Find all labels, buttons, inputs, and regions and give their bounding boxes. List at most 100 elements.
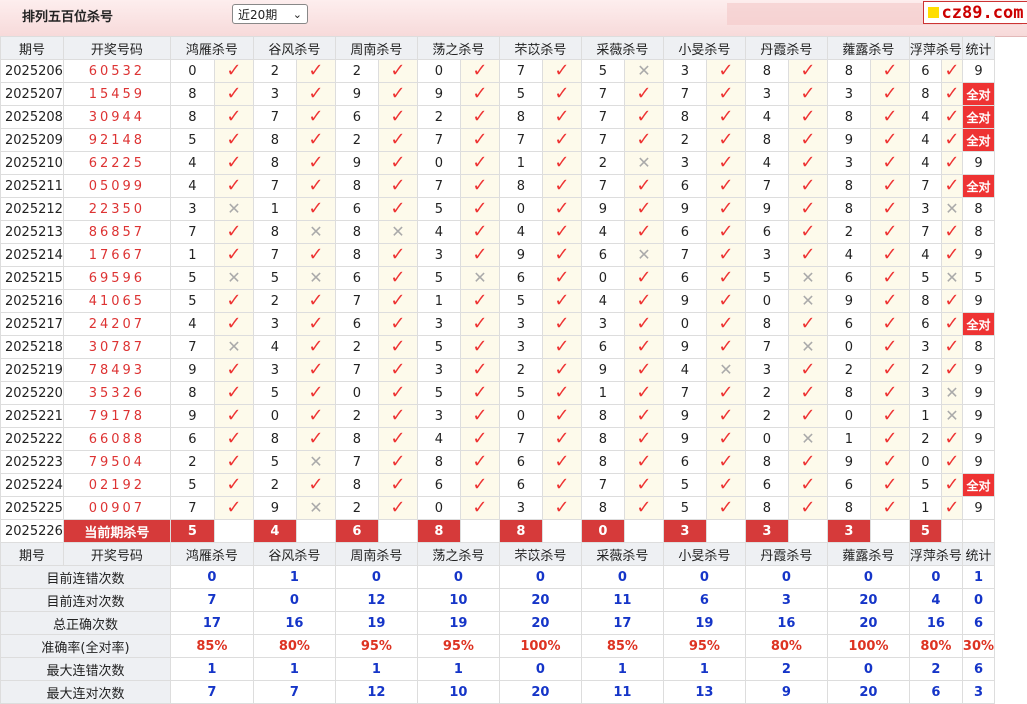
check-cell: ✓: [705, 128, 746, 152]
stat-value: 1: [580, 657, 664, 681]
kill-number-cell: 4: [744, 105, 789, 129]
issue-cell: 2025211: [0, 174, 64, 198]
kill-number-cell: 0: [744, 427, 789, 451]
check-cell: ✓: [541, 266, 582, 290]
check-mark-icon: ✓: [226, 359, 242, 380]
kill-number-cell: 3: [416, 358, 461, 382]
stat-value: 95%: [662, 634, 746, 658]
col-stat-header: 统计: [961, 542, 996, 566]
stat-cell: 全对: [961, 174, 996, 198]
kill-number-cell: 0: [662, 312, 707, 336]
site-logo[interactable]: cz89.com: [923, 1, 1027, 24]
check-mark-icon: ✓: [718, 129, 734, 150]
check-cell: ✓: [295, 358, 336, 382]
check-mark-icon: ✓: [226, 474, 242, 495]
check-cell: ✓: [541, 450, 582, 474]
check-cell: ✓: [377, 450, 418, 474]
kill-number-cell: 7: [580, 174, 625, 198]
check-cell: ✓: [295, 473, 336, 497]
check-cell: ✓: [213, 220, 254, 244]
check-cell: ✓: [869, 289, 910, 313]
stat-cell: 全对: [961, 82, 996, 106]
check-cell: ✓: [541, 220, 582, 244]
period-select[interactable]: 近20期 ⌄: [232, 4, 308, 24]
kill-number-cell: 2: [580, 151, 625, 175]
stat-cell: 8: [961, 335, 996, 359]
check-cell: ✓: [869, 266, 910, 290]
check-mark-icon: ✓: [554, 336, 570, 357]
stat-cell: 9: [961, 59, 996, 83]
issue-cell: 2025223: [0, 450, 64, 474]
kill-number-cell: 6: [662, 266, 707, 290]
check-cell: ✓: [623, 496, 664, 520]
stat-value: 7: [169, 588, 254, 612]
check-mark-icon: ✓: [308, 106, 324, 127]
check-cell: ✓: [940, 82, 963, 106]
check-cell: ✓: [869, 335, 910, 359]
check-mark-icon: ✓: [636, 83, 652, 104]
issue-cell: 2025224: [0, 473, 64, 497]
check-mark-icon: ✓: [308, 290, 324, 311]
check-cell: ✓: [459, 450, 500, 474]
kill-number-cell: 8: [334, 473, 379, 497]
check-mark-icon: ✓: [308, 244, 324, 265]
stat-value: 1: [334, 657, 418, 681]
check-cell: ✓: [295, 312, 336, 336]
check-cell: ✓: [705, 220, 746, 244]
col-expert-header: 蕹露杀号: [826, 36, 910, 60]
table-row: 2025223 79504 2 ✓ 5 ✕ 7 ✓ 8 ✓ 6 ✓ 8 ✓ 6 ✓ 8 ✓ 9 ✓ 0 ✓ 9: [0, 450, 996, 474]
stat-cell: 全对: [961, 128, 996, 152]
stat-label: 总正确次数: [0, 611, 171, 635]
check-mark-icon: ✓: [390, 83, 406, 104]
check-cell: ✓: [940, 151, 963, 175]
kill-number-cell: 7: [252, 174, 297, 198]
kill-number-cell: 1: [416, 289, 461, 313]
kill-number-cell: 7: [169, 496, 215, 520]
col-expert-header: 周南杀号: [334, 36, 418, 60]
check-cell: ✓: [459, 289, 500, 313]
check-cell: ✓: [869, 404, 910, 428]
kill-number-cell: 8: [744, 496, 789, 520]
check-mark-icon: ✓: [308, 83, 324, 104]
check-cell: ✓: [377, 473, 418, 497]
col-expert-header: 鸿雁杀号: [169, 542, 254, 566]
stat-value: 1: [662, 657, 746, 681]
check-mark-icon: ✓: [882, 267, 898, 288]
check-mark-icon: ✓: [718, 428, 734, 449]
stat-label: 最大连错次数: [0, 657, 171, 681]
cross-mark-icon: ✕: [801, 336, 815, 356]
stat-total: 1: [961, 565, 996, 589]
col-stat-header: 统计: [961, 36, 996, 60]
check-mark-icon: ✓: [882, 175, 898, 196]
kill-number-cell: 7: [662, 82, 707, 106]
kill-number-cell: 8: [252, 128, 297, 152]
cross-mark-icon: ✕: [637, 244, 651, 264]
kill-number-cell: 0: [416, 496, 461, 520]
check-mark-icon: ✓: [226, 428, 242, 449]
table-row: 2025208 30944 8 ✓ 7 ✓ 6 ✓ 2 ✓ 8 ✓ 7 ✓ 8 ✓ 4 ✓ 8 ✓ 4 ✓ 全对: [0, 105, 996, 129]
check-cell: ✓: [541, 335, 582, 359]
stat-value: 11: [580, 680, 664, 704]
kill-number-cell: 6: [826, 266, 871, 290]
kill-number-cell: 6: [826, 312, 871, 336]
draw-number-cell: 00907: [62, 496, 171, 520]
kill-number-cell: 3: [826, 151, 871, 175]
check-mark-icon: ✓: [636, 106, 652, 127]
check-cell: ✓: [940, 450, 963, 474]
cross-cell: ✕: [377, 220, 418, 244]
stat-value: 20: [498, 588, 582, 612]
check-mark-icon: ✓: [554, 129, 570, 150]
col-expert-header: 谷风杀号: [252, 542, 336, 566]
stat-value: 85%: [580, 634, 664, 658]
check-cell: ✓: [787, 358, 828, 382]
check-cell: ✓: [940, 174, 963, 198]
check-mark-icon: ✓: [472, 474, 488, 495]
issue-cell: 2025226: [0, 519, 64, 543]
check-cell: ✓: [459, 496, 500, 520]
table-row: 2025216 41065 5 ✓ 2 ✓ 7 ✓ 1 ✓ 5 ✓ 4 ✓ 9 ✓ 0 ✕ 9 ✓ 8 ✓ 9: [0, 289, 996, 313]
check-cell: ✓: [787, 151, 828, 175]
check-mark-icon: ✓: [390, 152, 406, 173]
kill-number-cell: 4: [169, 151, 215, 175]
empty-cell: [869, 519, 910, 543]
kill-number-cell: 5: [169, 128, 215, 152]
